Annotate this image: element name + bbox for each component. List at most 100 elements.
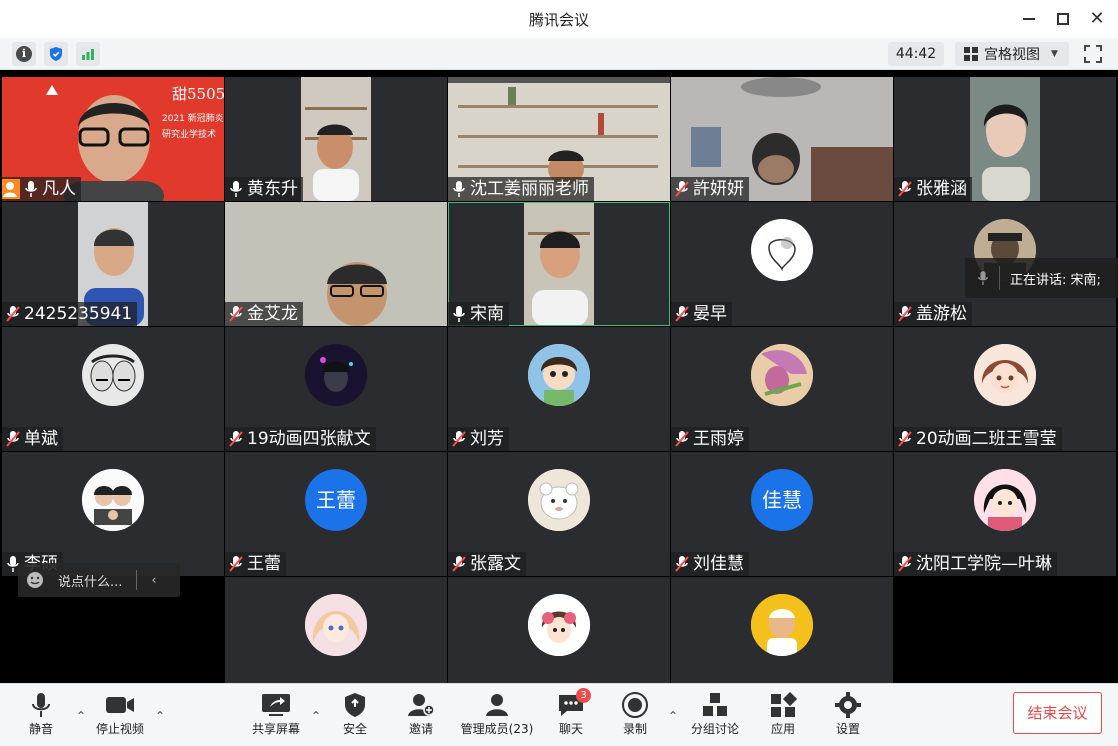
avatar-tile[interactable]: 20动画二班王雪莹 <box>894 327 1116 451</box>
apps-icon <box>771 692 797 717</box>
participant-nametag: 晏早 <box>671 302 732 326</box>
view-mode-dropdown[interactable]: 宫格视图 ▼ <box>955 42 1069 66</box>
mic-muted-icon <box>898 556 912 572</box>
meeting-window: 腾讯会议 ✕ i 44:42 宫格视图 ▼ 甜5505 2021 新冠肺炎 研究… <box>0 0 1118 746</box>
mic-muted-icon <box>675 431 689 447</box>
view-mode-label: 宫格视图 <box>984 47 1040 63</box>
members-icon <box>486 694 508 716</box>
manage-members-button[interactable]: 管理成员(23) <box>452 692 542 742</box>
chat-placeholder[interactable]: 说点什么... <box>58 571 122 590</box>
avatar-tile[interactable]: 王雨婷 <box>671 327 893 451</box>
mic-muted-icon <box>6 306 20 322</box>
quick-chat-box[interactable]: 说点什么... ‹ <box>18 563 180 597</box>
participant-nametag: 王雨婷 <box>671 427 749 451</box>
end-meeting-button[interactable]: 结束会议 <box>1013 692 1102 734</box>
participant-name: 黄东升 <box>247 179 298 199</box>
fullscreen-button[interactable] <box>1080 42 1106 66</box>
chat-button[interactable]: 3 聊天 <box>536 688 606 742</box>
participant-avatar <box>82 344 144 406</box>
maximize-button[interactable] <box>1050 6 1076 32</box>
avatar-tile[interactable]: 李硕 <box>2 452 224 576</box>
avatar-tile[interactable]: 单斌 <box>2 327 224 451</box>
avatar-tile[interactable]: 佳慧 刘佳慧 <box>671 452 893 576</box>
mic-icon <box>453 181 465 197</box>
video-tile[interactable]: 黄东升 <box>225 77 447 201</box>
avatar-tile[interactable]: 晏早 <box>671 202 893 326</box>
mic-icon <box>230 181 242 197</box>
mute-button[interactable]: 静音 <box>6 692 76 742</box>
signal-icon <box>82 49 94 60</box>
security-label: 安全 <box>342 722 367 736</box>
svg-text:研究业学技术: 研究业学技术 <box>162 128 216 140</box>
title-bar: 腾讯会议 ✕ <box>0 0 1118 38</box>
mic-muted-icon <box>229 556 243 572</box>
info-icon: i <box>16 46 32 62</box>
video-options-chevron-icon[interactable]: ⌃ <box>155 709 167 723</box>
collapse-chevron-icon[interactable]: ‹ <box>151 573 156 588</box>
share-screen-icon <box>262 694 290 716</box>
video-tile[interactable]: 許妍妍 <box>671 77 893 201</box>
participant-nametag: 沈工姜丽丽老师 <box>448 177 594 201</box>
participant-name: 晏早 <box>693 304 727 324</box>
meeting-info-button[interactable]: i <box>12 42 36 66</box>
video-tile[interactable]: 张雅涵 <box>894 77 1116 201</box>
participant-avatar: 王蕾 <box>305 469 367 531</box>
participant-avatar <box>751 219 813 281</box>
video-tile-active-speaker[interactable]: 宋南 <box>448 202 670 326</box>
participant-avatar <box>974 344 1036 406</box>
mic-icon <box>453 306 465 322</box>
record-button[interactable]: 录制 <box>600 692 670 742</box>
close-button[interactable]: ✕ <box>1084 6 1110 32</box>
participant-nametag: 张露文 <box>448 552 526 576</box>
svg-text:甜5505: 甜5505 <box>172 85 224 103</box>
apps-label: 应用 <box>770 722 795 736</box>
video-tile[interactable]: 金艾龙 <box>225 202 447 326</box>
svg-text:2021 新冠肺炎: 2021 新冠肺炎 <box>162 112 224 124</box>
participant-name: 王蕾 <box>247 554 281 574</box>
avatar-tile[interactable]: 王蕾 王蕾 <box>225 452 447 576</box>
grid-top-strip <box>0 70 1118 77</box>
security-shield-icon <box>345 693 365 717</box>
participant-avatar <box>751 594 813 656</box>
participant-name: 許妍妍 <box>693 179 744 199</box>
video-tile[interactable]: 甜5505 2021 新冠肺炎 研究业学技术 凡人 <box>2 77 224 201</box>
security-status-button[interactable] <box>44 42 68 66</box>
mic-icon <box>978 271 988 285</box>
share-screen-button[interactable]: 共享屏幕 <box>241 692 311 742</box>
mic-muted-icon <box>898 306 912 322</box>
avatar-tile[interactable]: 沈阳工学院—叶琳 <box>894 452 1116 576</box>
security-button[interactable]: 安全 <box>320 692 390 742</box>
participant-nametag: 刘芳 <box>448 427 509 451</box>
participant-nametag: 王蕾 <box>225 552 286 576</box>
minimize-button[interactable] <box>1016 6 1042 32</box>
record-options-chevron-icon[interactable]: ⌃ <box>668 709 680 723</box>
avatar-tile[interactable]: 刘芳 <box>448 327 670 451</box>
participant-name: 张露文 <box>470 554 521 574</box>
mic-muted-icon <box>675 306 689 322</box>
participant-nametag: 沈阳工学院—叶琳 <box>894 552 1057 576</box>
participant-nametag: 刘佳慧 <box>671 552 749 576</box>
mic-muted-icon <box>898 431 912 447</box>
invite-button[interactable]: 邀请 <box>386 692 456 742</box>
bottom-toolbar: 静音 ⌃ 停止视频 ⌃ 共享屏幕 ⌃ 安全 邀请 管理成员(23) 3 聊天 录… <box>0 683 1118 746</box>
video-tile[interactable]: 2425235941 <box>2 202 224 326</box>
close-icon: ✕ <box>1089 8 1105 29</box>
emoji-icon[interactable] <box>26 571 44 589</box>
settings-button[interactable]: 设置 <box>813 692 883 742</box>
participant-name: 2425235941 <box>24 304 133 324</box>
avatar-tile[interactable]: 张露文 <box>448 452 670 576</box>
participant-avatar: 佳慧 <box>751 469 813 531</box>
video-tile[interactable]: 沈工姜丽丽老师 <box>448 77 670 201</box>
participant-name: 20动画二班王雪莹 <box>916 429 1057 449</box>
stop-video-button[interactable]: 停止视频 <box>85 692 155 742</box>
apps-button[interactable]: 应用 <box>748 692 818 742</box>
avatar-tile[interactable]: 19动画四张献文 <box>225 327 447 451</box>
network-status-button[interactable] <box>76 42 100 66</box>
participant-name: 金艾龙 <box>247 304 298 324</box>
fullscreen-icon <box>1084 45 1102 63</box>
speaking-label: 正在讲话: 宋南; <box>1010 272 1101 288</box>
participant-name: 凡人 <box>42 179 76 199</box>
breakout-rooms-button[interactable]: 分组讨论 <box>680 692 750 742</box>
participant-avatar <box>528 594 590 656</box>
settings-label: 设置 <box>835 722 860 736</box>
